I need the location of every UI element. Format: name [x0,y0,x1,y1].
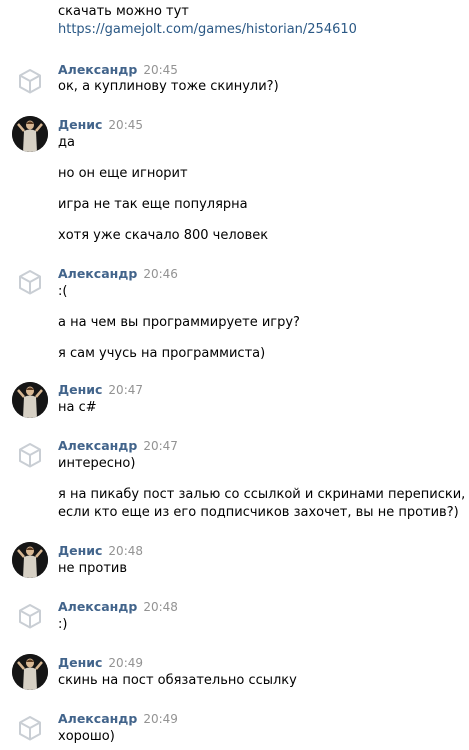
message-time[interactable]: 20:47 [108,383,143,397]
message-header: Александр 20:45 [58,62,178,78]
message-text: ок, а куплинову тоже скинули?) [58,79,279,94]
message-text: скачать можно тут [58,4,189,19]
message-header: Александр 20:46 [58,266,178,282]
user-avatar[interactable] [12,542,48,578]
message-time[interactable]: 20:48 [143,600,178,614]
message-time[interactable]: 20:49 [143,712,178,726]
message-header: Денис 20:47 [58,382,143,398]
default-avatar-icon[interactable] [12,63,48,99]
message-text: я на пикабу пост залью со ссылкой и скри… [58,487,466,502]
message-text: но он еще игнорит [58,166,188,181]
author-name[interactable]: Александр [58,711,137,726]
author-name[interactable]: Александр [58,599,137,614]
default-avatar-icon[interactable] [12,437,48,473]
message-text: да [58,135,75,150]
message-text: на с# [58,400,97,415]
user-avatar[interactable] [12,116,48,152]
author-name[interactable]: Александр [58,62,137,77]
default-avatar-icon[interactable] [12,598,48,634]
message-text: я сам учусь на программиста) [58,346,266,361]
message-header: Александр 20:48 [58,599,178,615]
author-name[interactable]: Денис [58,117,102,132]
message-time[interactable]: 20:47 [143,439,178,453]
author-name[interactable]: Александр [58,438,137,453]
message-text: а на чем вы программируете игру? [58,315,300,330]
message-time[interactable]: 20:45 [143,63,178,77]
message-text: :( [58,284,68,299]
message-text: если кто еще из его подписчиков захочет,… [58,505,459,520]
message-text: :) [58,617,68,632]
message-time[interactable]: 20:48 [108,544,143,558]
message-text: игра не так еще популярна [58,197,248,212]
message-header: Александр 20:49 [58,711,178,727]
author-name[interactable]: Денис [58,543,102,558]
user-avatar[interactable] [12,382,48,418]
message-text: не против [58,561,128,576]
message-text: скинь на пост обязательно ссылку [58,673,297,688]
message-header: Денис 20:49 [58,655,143,671]
message-time[interactable]: 20:46 [143,267,178,281]
game-link[interactable]: https://gamejolt.com/games/historian/254… [58,22,357,38]
author-name[interactable]: Денис [58,655,102,670]
message-header: Денис 20:48 [58,543,143,559]
message-header: Александр 20:47 [58,438,178,454]
author-name[interactable]: Денис [58,382,102,397]
default-avatar-icon[interactable] [12,264,48,300]
message-time[interactable]: 20:49 [108,656,143,670]
message-header: Денис 20:45 [58,117,143,133]
author-name[interactable]: Александр [58,266,137,281]
default-avatar-icon[interactable] [12,710,48,746]
user-avatar[interactable] [12,654,48,690]
message-text: интересно) [58,456,136,471]
message-time[interactable]: 20:45 [108,118,143,132]
message-text: хотя уже скачало 800 человек [58,228,269,243]
message-text: хорошо) [58,729,115,744]
